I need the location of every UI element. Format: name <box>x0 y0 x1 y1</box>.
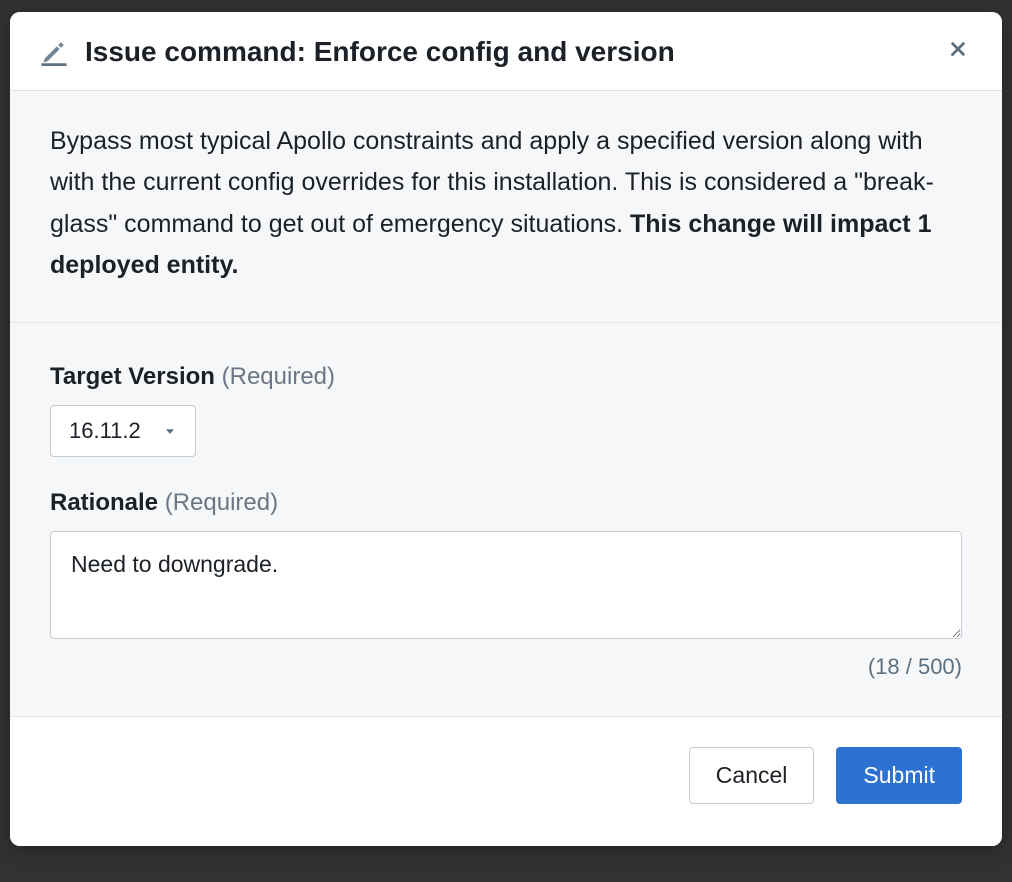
modal-title: Issue command: Enforce config and versio… <box>85 36 942 68</box>
cancel-button[interactable]: Cancel <box>689 747 815 804</box>
modal-description: Bypass most typical Apollo constraints a… <box>10 91 1002 323</box>
submit-button[interactable]: Submit <box>836 747 962 804</box>
issue-command-modal: Issue command: Enforce config and versio… <box>10 12 1002 846</box>
close-icon <box>947 38 969 66</box>
edit-config-icon <box>38 36 70 68</box>
modal-footer: Cancel Submit <box>10 716 1002 846</box>
target-version-select[interactable]: 16.11.2 <box>50 405 196 457</box>
required-indicator: (Required) <box>165 489 278 516</box>
modal-header: Issue command: Enforce config and versio… <box>10 12 1002 91</box>
rationale-input[interactable] <box>50 531 962 639</box>
modal-body: Target Version (Required) 16.11.2 Ration… <box>10 323 1002 716</box>
rationale-label-text: Rationale <box>50 489 158 516</box>
target-version-value: 16.11.2 <box>69 418 141 444</box>
char-count: (18 / 500) <box>50 654 962 680</box>
close-button[interactable] <box>942 36 974 68</box>
target-version-label: Target Version (Required) <box>50 363 962 391</box>
target-version-field: Target Version (Required) 16.11.2 <box>50 363 962 457</box>
target-version-label-text: Target Version <box>50 363 215 390</box>
rationale-field: Rationale (Required) (18 / 500) <box>50 489 962 680</box>
required-indicator: (Required) <box>222 363 335 390</box>
caret-down-icon <box>163 418 177 444</box>
rationale-label: Rationale (Required) <box>50 489 962 517</box>
